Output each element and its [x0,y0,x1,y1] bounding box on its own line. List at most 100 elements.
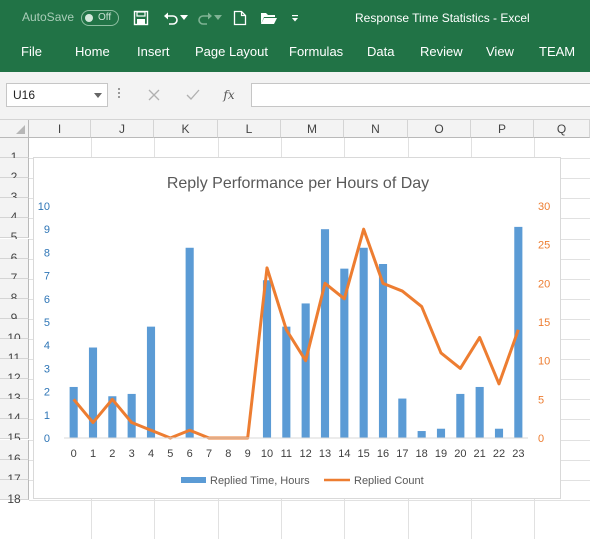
bar[interactable] [359,247,368,438]
column-header-q[interactable]: Q [534,120,590,138]
x-axis-tick-label: 20 [454,448,466,460]
chevron-down-icon[interactable] [94,93,102,98]
row-header-11[interactable]: 11 [0,339,29,365]
customize-qat-icon[interactable] [290,9,300,27]
bar[interactable] [185,247,194,438]
name-box[interactable]: U16 [6,83,108,107]
row-header-10[interactable]: 10 [0,318,29,345]
right-axis-tick-label: 0 [538,433,544,445]
x-axis-tick-label: 2 [109,448,115,460]
row-header-3[interactable]: 3 [0,178,29,204]
tab-insert[interactable]: Insert [137,44,170,59]
row-header-6[interactable]: 6 [0,238,29,265]
column-header-m[interactable]: M [281,120,344,138]
tab-data[interactable]: Data [367,44,394,59]
row-header-2[interactable]: 2 [0,158,29,184]
bar[interactable] [475,386,484,438]
chart[interactable]: Reply Performance per Hours of Day 01234… [33,157,561,499]
left-axis-tick-label: 10 [38,201,50,213]
row-header-16[interactable]: 16 [0,439,29,466]
column-header-p[interactable]: P [471,120,534,138]
column-header-n[interactable]: N [344,120,408,138]
undo-dropdown-icon[interactable] [180,9,188,27]
open-folder-icon[interactable] [260,9,278,27]
document-title: Response Time Statistics - Excel [355,11,530,25]
column-header-l[interactable]: L [218,120,281,138]
tab-review[interactable]: Review [420,44,463,59]
row-header-1[interactable]: 1 [0,138,29,164]
formula-input[interactable] [251,83,590,107]
insert-function-button[interactable]: fx [219,85,239,105]
row-header-13[interactable]: 13 [0,379,29,405]
title-bar: AutoSave Off Response Time Statistics - … [0,0,590,36]
right-axis-tick-label: 30 [538,201,550,213]
row-header-15[interactable]: 15 [0,419,29,445]
toggle-knob [85,14,93,22]
bar[interactable] [456,393,465,438]
undo-icon[interactable] [162,9,180,27]
bar[interactable] [88,347,98,438]
cancel-icon[interactable] [144,85,164,105]
column-header-k[interactable]: K [154,120,218,138]
x-axis-tick-label: 15 [358,448,370,460]
row-header-18[interactable]: 18 [0,479,29,506]
bar[interactable] [69,386,78,438]
left-axis-tick-label: 9 [44,224,50,236]
x-axis-tick-label: 6 [187,448,193,460]
bar[interactable] [378,264,388,438]
autosave-toggle[interactable]: Off [81,10,119,26]
tab-file[interactable]: File [21,44,42,59]
x-axis-tick-label: 22 [493,448,505,460]
tab-team[interactable]: TEAM [539,44,575,59]
series-line[interactable] [72,227,520,440]
new-file-icon[interactable] [231,9,249,27]
redo-icon[interactable] [196,9,214,27]
legend-bar-label: Replied Time, Hours [210,475,310,487]
chart-title[interactable]: Reply Performance per Hours of Day [167,175,429,192]
tab-view[interactable]: View [486,44,514,59]
x-axis-tick-label: 5 [167,448,173,460]
x-axis-tick-label: 11 [281,448,292,460]
legend[interactable]: Replied Time, Hours Replied Count [181,475,424,487]
legend-line-label: Replied Count [354,475,424,487]
bar[interactable] [398,398,407,438]
bar[interactable] [417,431,426,438]
column-header-i[interactable]: I [29,120,91,138]
bar[interactable] [127,393,136,438]
column-header-j[interactable]: J [91,120,154,138]
x-axis-tick-label: 7 [206,448,212,460]
save-icon[interactable] [132,9,150,27]
bar[interactable] [301,303,310,438]
tab-page-layout[interactable]: Page Layout [195,44,268,59]
row-header-12[interactable]: 12 [0,359,29,385]
left-axis-tick-label: 8 [44,247,50,259]
select-all-button[interactable] [0,120,29,138]
right-axis-tick-label: 10 [538,356,550,368]
x-axis-tick-label: 9 [245,448,251,460]
row-header-8[interactable]: 8 [0,278,29,305]
x-axis-tick-label: 8 [225,448,231,460]
tab-formulas[interactable]: Formulas [289,44,343,59]
ribbon-tabs: File Home Insert Page Layout Formulas Da… [0,36,590,72]
bar[interactable] [146,326,156,438]
redo-dropdown-icon[interactable] [214,9,222,27]
bar[interactable] [494,428,504,438]
bar[interactable] [282,326,291,438]
x-axis-tick-label: 12 [300,448,312,460]
x-axis-tick-label: 4 [148,448,154,460]
bar[interactable] [320,229,330,438]
row-header-9[interactable]: 9 [0,298,29,325]
row-header-17[interactable]: 17 [0,459,29,486]
bar[interactable] [436,428,446,438]
left-axis-tick-label: 7 [44,271,50,283]
drag-handle-icon[interactable] [117,86,121,104]
column-header-o[interactable]: O [408,120,471,138]
row-header-5[interactable]: 5 [0,218,29,244]
row-header-7[interactable]: 7 [0,258,29,285]
tab-home[interactable]: Home [75,44,110,59]
enter-check-icon[interactable] [183,85,203,105]
right-axis-tick-label: 25 [538,240,550,252]
row-header-14[interactable]: 14 [0,399,29,425]
row-header-4[interactable]: 4 [0,198,29,224]
x-axis-tick-label: 21 [474,448,486,460]
